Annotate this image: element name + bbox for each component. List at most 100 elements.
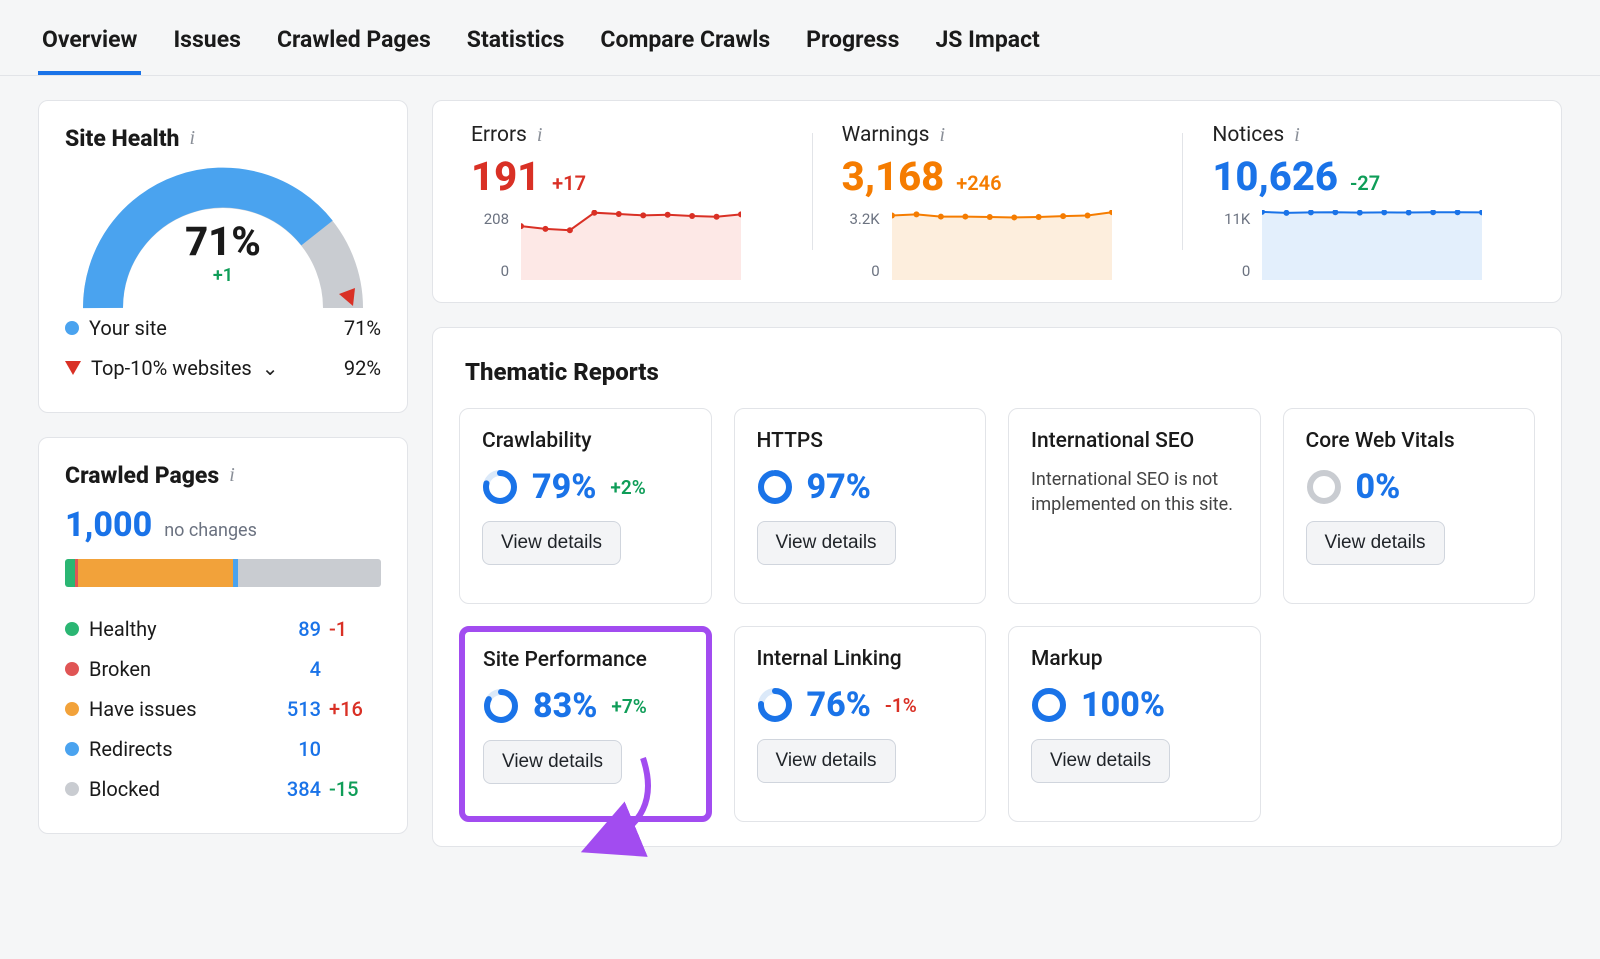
report-percent: 100% [1081,685,1165,725]
report-percent: 79% [532,467,596,507]
warnings-value: 3,168 [842,153,945,200]
crawled-seg-delta: -15 [321,777,381,801]
dot-icon [65,662,79,676]
donut-icon [482,469,518,505]
thematic-grid: Crawlability 79% +2% View details HTTPS 97% Vi… [459,408,1535,822]
stackbar-segment[interactable] [238,559,381,587]
report-percent: 83% [533,686,597,726]
errors-label: Errors [471,123,527,147]
notices-delta: -27 [1350,171,1380,195]
notices-label: Notices [1212,123,1284,147]
crawled-breakdown-row[interactable]: Have issues513+16 [65,689,381,729]
dot-icon [65,782,79,796]
report-card: Internal Linking 76% -1% View details [734,626,987,822]
crawled-stacked-bar[interactable] [65,559,381,587]
warnings-delta: +246 [956,171,1001,195]
issues-summary-card: Errors i 191 +17 208 0 [432,100,1562,303]
tab-statistics[interactable]: Statistics [463,18,569,75]
crawled-seg-name: Redirects [89,737,173,761]
report-title: Core Web Vitals [1306,429,1513,453]
view-details-button[interactable]: View details [757,521,896,565]
info-icon[interactable]: i [1294,124,1300,147]
report-percent: 97% [807,467,871,507]
report-title: HTTPS [757,429,964,453]
crawled-seg-delta: +16 [321,697,381,721]
errors-delta: +17 [552,171,586,195]
donut-icon [483,688,519,724]
view-details-button[interactable]: View details [483,740,622,784]
crawled-seg-name: Blocked [89,777,160,801]
tab-progress[interactable]: Progress [802,18,903,75]
notices-sparkline [1262,210,1482,280]
stackbar-segment[interactable] [78,559,233,587]
report-note: International SEO is not implemented on … [1031,467,1238,517]
crawled-breakdown-row[interactable]: Blocked 384-15 [65,769,381,809]
triangle-down-icon [65,361,81,375]
donut-icon [1306,469,1342,505]
notices-panel[interactable]: Notices i 10,626 -27 11K 0 [1182,123,1553,280]
dot-icon [65,702,79,716]
report-title: Markup [1031,647,1238,671]
tab-overview[interactable]: Overview [38,18,141,75]
tab-compare-crawls[interactable]: Compare Crawls [596,18,774,75]
crawled-seg-count: 384 [251,777,321,801]
crawled-breakdown-row[interactable]: Redirects 10 [65,729,381,769]
report-title: Crawlability [482,429,689,453]
donut-icon [757,687,793,723]
donut-icon [1031,687,1067,723]
report-title: Site Performance [483,648,688,672]
warnings-sparkline [892,210,1112,280]
crawled-seg-name: Broken [89,657,151,681]
crawled-seg-count: 4 [251,657,321,681]
crawled-pages-card: Crawled Pages i 1,000 no changes Healthy… [38,437,408,834]
crawled-pages-title: Crawled Pages i [65,462,381,489]
crawled-seg-count: 10 [251,737,321,761]
info-icon[interactable]: i [537,124,543,147]
stackbar-segment[interactable] [65,559,75,587]
report-card: Markup 100% View details [1008,626,1261,822]
site-health-card: Site Health i 71% +1 [38,100,408,413]
info-icon[interactable]: i [939,124,945,147]
tab-issues[interactable]: Issues [169,18,244,75]
warnings-panel[interactable]: Warnings i 3,168 +246 3.2K 0 [812,123,1183,280]
crawled-total-note: no changes [164,520,257,541]
view-details-button[interactable]: View details [482,521,621,565]
errors-panel[interactable]: Errors i 191 +17 208 0 [441,123,812,280]
report-percent: 76% [807,685,871,725]
donut-icon [757,469,793,505]
tab-js-impact[interactable]: JS Impact [931,18,1043,75]
dot-icon [65,321,79,335]
thematic-reports-card: Thematic Reports Crawlability 79% +2% View … [432,327,1562,847]
report-delta: +2% [610,476,645,499]
report-card: Crawlability 79% +2% View details [459,408,712,604]
report-card: International SEO International SEO is no… [1008,408,1261,604]
crawled-total[interactable]: 1,000 [65,505,152,545]
chevron-down-icon: ⌄ [262,356,279,380]
crawled-seg-name: Have issues [89,697,197,721]
legend-top10[interactable]: Top-10% websites ⌄ 92% [65,348,381,388]
tab-crawled-pages[interactable]: Crawled Pages [273,18,435,75]
report-title: International SEO [1031,429,1238,453]
crawled-breakdown: Healthy89-1Broken4Have issues513+16Redir… [65,609,381,809]
thematic-title: Thematic Reports [459,352,1535,408]
info-icon[interactable]: i [189,127,195,150]
errors-sparkline [521,210,741,280]
report-title: Internal Linking [757,647,964,671]
report-card: HTTPS 97% View details [734,408,987,604]
report-delta: +7% [611,695,646,718]
crawled-breakdown-row[interactable]: Broken 4 [65,649,381,689]
errors-value: 191 [471,153,540,200]
tabs: Overview Issues Crawled Pages Statistics… [0,0,1600,76]
report-delta: -1% [885,694,917,717]
view-details-button[interactable]: View details [1306,521,1445,565]
crawled-seg-delta: -1 [321,617,381,641]
info-icon[interactable]: i [229,464,235,487]
view-details-button[interactable]: View details [1031,739,1170,783]
report-card: Site Performance 83% +7% View details [459,626,712,822]
dot-icon [65,622,79,636]
report-percent: 0% [1356,467,1401,507]
report-card: Core Web Vitals 0% View details [1283,408,1536,604]
crawled-seg-count: 89 [251,617,321,641]
crawled-breakdown-row[interactable]: Healthy89-1 [65,609,381,649]
view-details-button[interactable]: View details [757,739,896,783]
